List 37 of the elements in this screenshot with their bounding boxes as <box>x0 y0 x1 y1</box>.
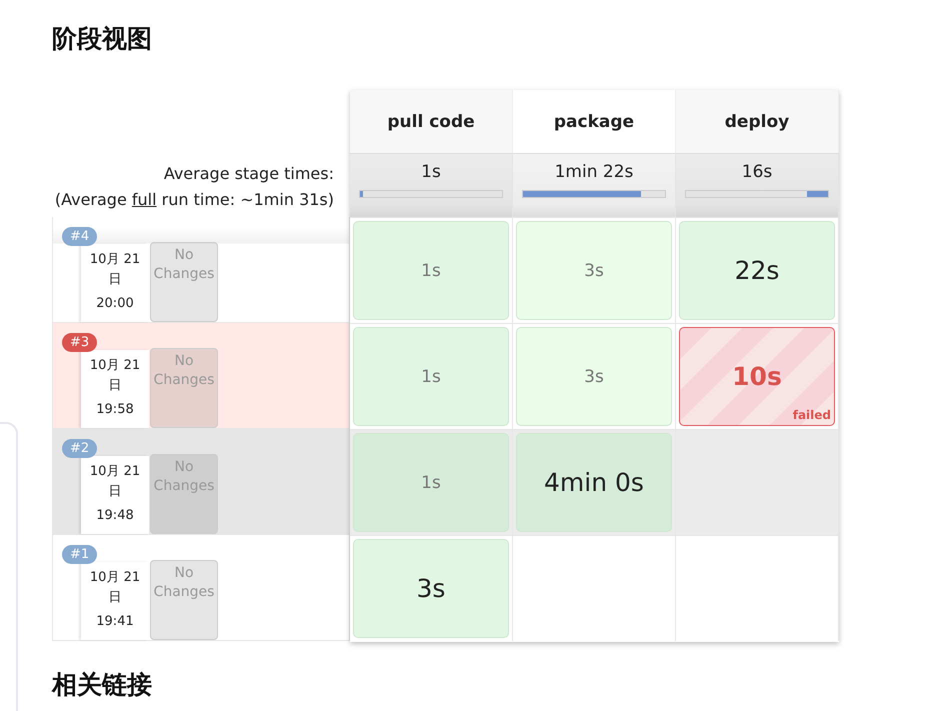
stage-cell[interactable]: 1s <box>353 221 509 320</box>
changes-box[interactable]: No Changes <box>150 242 218 322</box>
build-row-header[interactable]: #4 10月 21 日 20:00 No Changes <box>52 217 350 323</box>
build-date: 10月 21 日 <box>88 357 142 395</box>
average-run-time: (Average full run time: ~1min 31s) <box>54 189 334 211</box>
build-number-badge[interactable]: #3 <box>62 333 98 352</box>
build-date: 10月 21 日 <box>88 569 142 607</box>
build-date: 10月 21 日 <box>88 463 142 501</box>
build-number-badge[interactable]: #1 <box>62 545 98 564</box>
build-number-badge[interactable]: #2 <box>62 439 98 458</box>
stage-cell[interactable]: 22s <box>679 221 835 320</box>
stage-cell[interactable]: 10s failed <box>679 327 835 426</box>
full-link[interactable]: full <box>132 190 157 209</box>
status-label: failed <box>792 408 831 422</box>
average-time: 16s <box>742 162 772 182</box>
average-time: 1s <box>421 162 441 182</box>
stage-header: pull code <box>350 90 513 153</box>
build-row-header[interactable]: #3 10月 21 日 19:58 No Changes <box>52 323 350 429</box>
build-time: 20:00 <box>95 296 135 312</box>
average-time: 1min 22s <box>554 162 634 182</box>
average-label: Average stage times: <box>162 163 334 185</box>
build-time: 19:41 <box>95 614 135 630</box>
build-time: 19:58 <box>95 402 135 418</box>
stage-cell[interactable]: 3s <box>516 221 672 320</box>
section-title: 阶段视图 <box>52 23 152 55</box>
build-row-header[interactable]: #1 10月 21 日 19:41 No Changes <box>52 535 350 641</box>
stage-cell[interactable]: 3s <box>353 539 509 638</box>
stage-cell[interactable]: 3s <box>516 327 672 426</box>
stage-header: deploy <box>676 90 839 153</box>
stage-cell[interactable]: 1s <box>353 327 509 426</box>
build-time: 19:48 <box>95 508 135 524</box>
stage-cell[interactable]: 4min 0s <box>516 433 672 532</box>
build-date: 10月 21 日 <box>88 251 142 289</box>
stage-cell[interactable]: 1s <box>353 433 509 532</box>
section-title: 相关链接 <box>52 669 152 701</box>
changes-box[interactable]: No Changes <box>150 560 218 640</box>
build-number-badge[interactable]: #4 <box>62 227 98 246</box>
